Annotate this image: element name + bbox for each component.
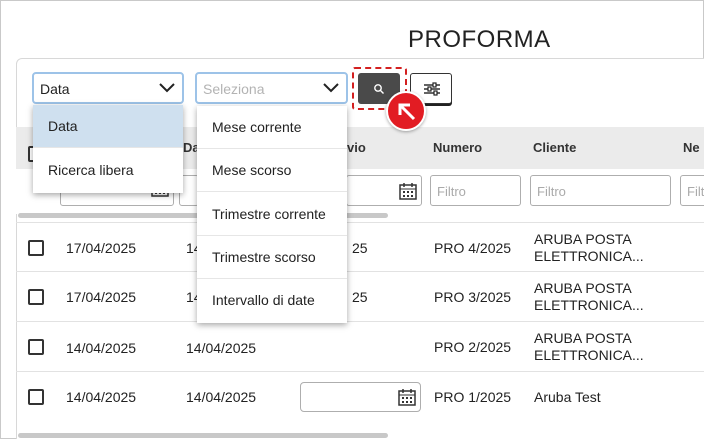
row-checkbox[interactable] — [28, 339, 44, 355]
search-icon — [374, 84, 384, 94]
cell-number: PRO 1/2025 — [434, 389, 512, 405]
sliders-icon — [424, 82, 440, 96]
cell-number: PRO 2/2025 — [434, 339, 512, 355]
row-checkbox[interactable] — [28, 289, 44, 305]
menu-item-trimestre-scorso[interactable]: Trimestre scorso — [197, 236, 347, 279]
cell-client: ARUBA POSTA ELETTRONICA... — [534, 231, 644, 264]
table-row[interactable]: 14/04/2025 14/04/2025 PRO 1/2025 Aruba T… — [16, 371, 704, 421]
filter-input-sent[interactable] — [346, 175, 422, 206]
menu-item-mese-scorso[interactable]: Mese scorso — [197, 149, 347, 192]
calendar-icon — [398, 389, 416, 406]
arrow-up-left-icon — [398, 103, 416, 121]
cell-date1: 14/04/2025 — [66, 389, 137, 405]
select-value: Data — [40, 81, 70, 97]
select-placeholder: Seleziona — [203, 81, 265, 97]
row-checkbox[interactable] — [28, 240, 44, 256]
column-header-client[interactable]: Cliente — [533, 140, 576, 155]
filter-input-client[interactable]: Filtro — [530, 175, 671, 206]
row-checkbox[interactable] — [28, 389, 44, 405]
menu-item-ricerca-libera[interactable]: Ricerca libera — [33, 149, 183, 192]
cell-date1: 17/04/2025 — [66, 240, 137, 256]
page-title: PROFORMA — [408, 26, 551, 53]
table-row[interactable]: 17/04/2025 14 25 PRO 4/2025 ARUBA POSTA … — [16, 222, 704, 272]
horizontal-scrollbar-bottom[interactable] — [18, 433, 388, 438]
column-header-number[interactable]: Numero — [433, 140, 482, 155]
chevron-down-icon — [159, 83, 175, 93]
menu-item-intervallo-date[interactable]: Intervallo di date — [197, 279, 347, 322]
cell-date1: 14/04/2025 — [66, 340, 137, 356]
sent-date-input[interactable] — [300, 382, 421, 412]
cell-date2: 14/04/2025 — [186, 389, 257, 405]
cell-date1: 17/04/2025 — [66, 289, 137, 305]
cell-sent: 25 — [352, 289, 368, 305]
filter-input-net[interactable]: Filtro — [680, 175, 704, 206]
filter-input-number[interactable]: Filtro — [430, 175, 521, 206]
cell-sent: 25 — [352, 240, 368, 256]
menu-item-trimestre-corrente[interactable]: Trimestre corrente — [197, 193, 347, 236]
cell-client: Aruba Test — [534, 389, 601, 405]
column-header-net[interactable]: Ne — [683, 140, 700, 155]
cell-number: PRO 3/2025 — [434, 289, 512, 305]
table-row[interactable]: 14/04/2025 14/04/2025 PRO 2/2025 ARUBA P… — [16, 321, 704, 371]
period-menu: Mese corrente Mese scorso Trimestre corr… — [197, 106, 347, 323]
menu-item-mese-corrente[interactable]: Mese corrente — [197, 106, 347, 149]
menu-item-data[interactable]: Data — [33, 105, 183, 148]
period-select[interactable]: Seleziona — [195, 72, 348, 104]
pointer-arrow-badge — [386, 91, 426, 131]
search-field-menu: Data Ricerca libera — [33, 105, 183, 193]
search-field-select[interactable]: Data — [32, 72, 184, 104]
column-header-sent[interactable]: vio — [347, 140, 366, 155]
table-row[interactable]: 17/04/2025 14 25 PRO 3/2025 ARUBA POSTA … — [16, 271, 704, 321]
cell-client: ARUBA POSTA ELETTRONICA... — [534, 330, 644, 363]
chevron-down-icon — [323, 83, 339, 93]
cell-date2: 14/04/2025 — [186, 340, 257, 356]
cell-number: PRO 4/2025 — [434, 240, 512, 256]
cell-client: ARUBA POSTA ELETTRONICA... — [534, 280, 644, 313]
calendar-icon — [399, 183, 417, 200]
